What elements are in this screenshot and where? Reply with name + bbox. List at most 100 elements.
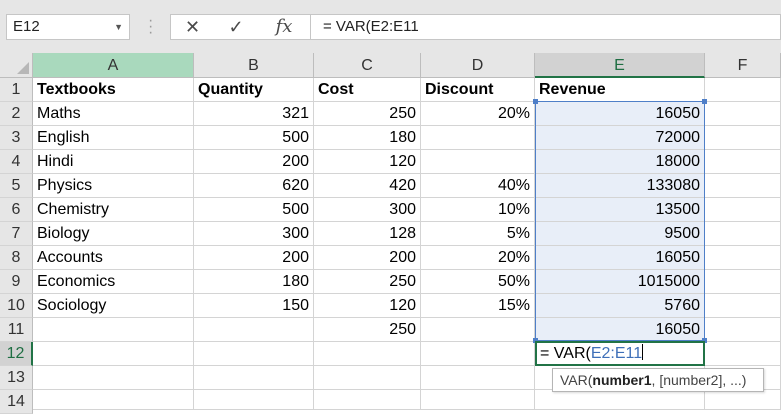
cell-a14[interactable] [33,390,194,410]
grip-dots-icon[interactable]: · · · [148,13,153,41]
cell-d7[interactable]: 5% [421,222,535,246]
cell-a1[interactable]: Textbooks [33,78,194,102]
cell-c5[interactable]: 420 [314,174,421,198]
cell-b8[interactable]: 200 [194,246,314,270]
range-handle-top-right[interactable] [702,99,707,104]
cell-f12[interactable] [705,342,781,366]
cell-b12[interactable] [194,342,314,366]
column-header-e[interactable]: E [535,53,705,78]
cell-c3[interactable]: 180 [314,126,421,150]
cell-a4[interactable]: Hindi [33,150,194,174]
cell-b13[interactable] [194,366,314,390]
row-header-2[interactable]: 2 [0,102,33,126]
cell-d12[interactable] [421,342,535,366]
row-header-14[interactable]: 14 [0,390,33,414]
row-header-3[interactable]: 3 [0,126,33,150]
cell-b4[interactable]: 200 [194,150,314,174]
cell-a13[interactable] [33,366,194,390]
insert-function-button[interactable]: fx [258,14,310,40]
select-all-button[interactable] [0,53,33,78]
cell-f6[interactable] [705,198,781,222]
cell-f1[interactable] [705,78,781,102]
cell-d4[interactable] [421,150,535,174]
cell-b1[interactable]: Quantity [194,78,314,102]
cell-c1[interactable]: Cost [314,78,421,102]
column-header-d[interactable]: D [421,53,535,78]
cell-a10[interactable]: Sociology [33,294,194,318]
cell-b6[interactable]: 500 [194,198,314,222]
cell-d10[interactable]: 15% [421,294,535,318]
cell-f9[interactable] [705,270,781,294]
row-header-6[interactable]: 6 [0,198,33,222]
cell-e7[interactable]: 9500 [535,222,705,246]
cell-f14[interactable] [705,390,781,410]
cell-f8[interactable] [705,246,781,270]
cell-c6[interactable]: 300 [314,198,421,222]
cell-d2[interactable]: 20% [421,102,535,126]
cell-e6[interactable]: 13500 [535,198,705,222]
cell-d6[interactable]: 10% [421,198,535,222]
name-box-dropdown-icon[interactable]: ▼ [114,15,123,39]
column-header-c[interactable]: C [314,53,421,78]
column-header-b[interactable]: B [194,53,314,78]
column-header-a[interactable]: A [33,53,194,78]
active-cell-e12[interactable]: = VAR(E2:E11 [535,341,705,366]
cell-e8[interactable]: 16050 [535,246,705,270]
cell-a7[interactable]: Biology [33,222,194,246]
cell-a12[interactable] [33,342,194,366]
cell-c11[interactable]: 250 [314,318,421,342]
cell-d11[interactable] [421,318,535,342]
cell-c4[interactable]: 120 [314,150,421,174]
cell-b7[interactable]: 300 [194,222,314,246]
cell-f3[interactable] [705,126,781,150]
row-header-5[interactable]: 5 [0,174,33,198]
function-argument-tooltip[interactable]: VAR(number1, [number2], ...) [552,368,764,392]
tooltip-function-name[interactable]: VAR( [560,372,592,388]
formula-input[interactable]: = VAR(E2:E11 [310,14,781,40]
cell-e3[interactable]: 72000 [535,126,705,150]
cell-b10[interactable]: 150 [194,294,314,318]
tooltip-current-argument[interactable]: number1 [592,372,651,388]
cell-e10[interactable]: 5760 [535,294,705,318]
name-box[interactable]: E12 ▼ [6,14,130,40]
row-header-10[interactable]: 10 [0,294,33,318]
cell-c13[interactable] [314,366,421,390]
cell-b11[interactable] [194,318,314,342]
row-header-12[interactable]: 12 [0,342,33,366]
cell-a8[interactable]: Accounts [33,246,194,270]
cell-b5[interactable]: 620 [194,174,314,198]
cancel-button[interactable]: ✕ [170,14,214,40]
cell-d3[interactable] [421,126,535,150]
cell-a2[interactable]: Maths [33,102,194,126]
cell-a3[interactable]: English [33,126,194,150]
cell-c10[interactable]: 120 [314,294,421,318]
cell-d13[interactable] [421,366,535,390]
cell-b9[interactable]: 180 [194,270,314,294]
cell-a6[interactable]: Chemistry [33,198,194,222]
row-header-7[interactable]: 7 [0,222,33,246]
range-handle-top-left[interactable] [533,99,538,104]
cell-c8[interactable]: 200 [314,246,421,270]
cell-b14[interactable] [194,390,314,410]
cell-f2[interactable] [705,102,781,126]
cell-e11[interactable]: 16050 [535,318,705,342]
row-header-1[interactable]: 1 [0,78,33,102]
cell-f10[interactable] [705,294,781,318]
cell-c14[interactable] [314,390,421,410]
cell-f5[interactable] [705,174,781,198]
cell-c12[interactable] [314,342,421,366]
cell-c9[interactable]: 250 [314,270,421,294]
cell-d5[interactable]: 40% [421,174,535,198]
cell-f4[interactable] [705,150,781,174]
cell-a11[interactable] [33,318,194,342]
cell-e4[interactable]: 18000 [535,150,705,174]
row-header-8[interactable]: 8 [0,246,33,270]
cell-c7[interactable]: 128 [314,222,421,246]
cell-d1[interactable]: Discount [421,78,535,102]
cell-b3[interactable]: 500 [194,126,314,150]
cell-a5[interactable]: Physics [33,174,194,198]
cell-f11[interactable] [705,318,781,342]
cell-d14[interactable] [421,390,535,410]
cell-e1[interactable]: Revenue [535,78,705,102]
row-header-4[interactable]: 4 [0,150,33,174]
